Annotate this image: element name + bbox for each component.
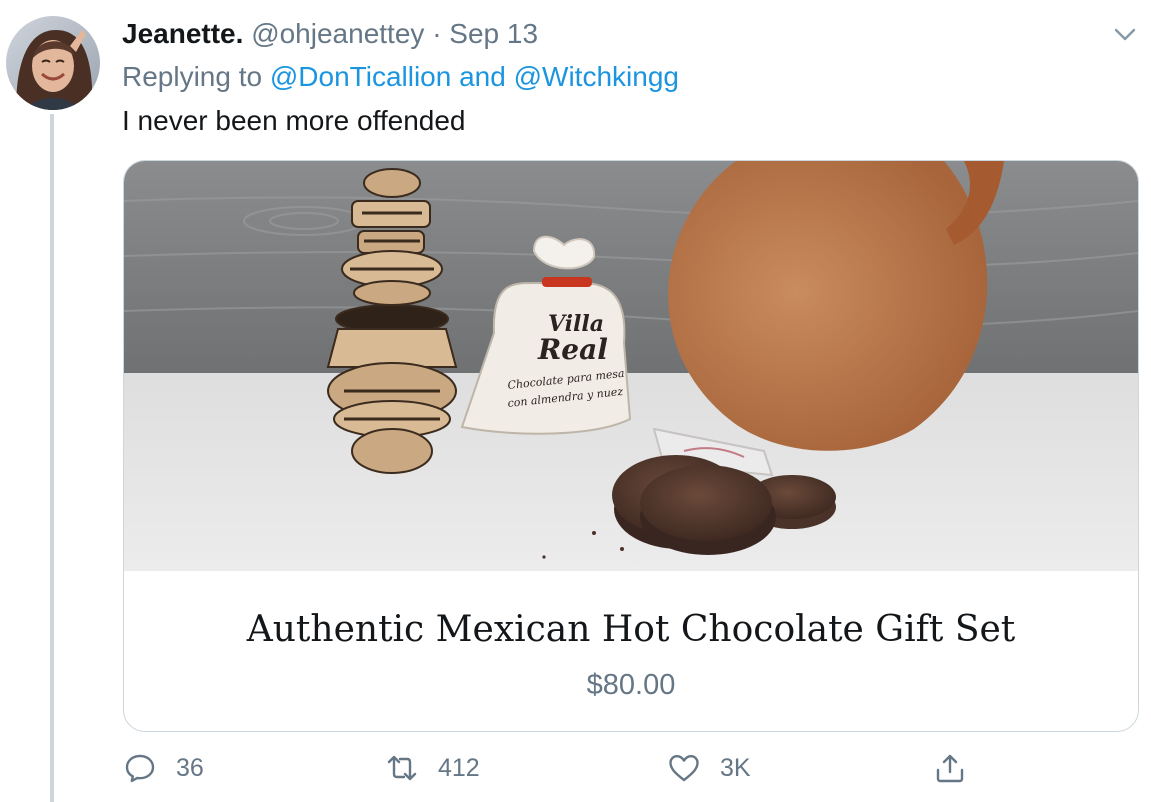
chevron-down-icon[interactable]	[1111, 20, 1139, 48]
thread-line	[50, 114, 54, 802]
product-image[interactable]: Villa Real Chocolate para mesa con almen…	[124, 161, 1138, 571]
tweet-header: Jeanette. @ohjeanettey · Sep 13	[122, 16, 538, 52]
replying-to: Replying to @DonTicallion and @Witchking…	[122, 59, 679, 95]
author-name[interactable]: Jeanette.	[122, 18, 243, 49]
mention-link-2[interactable]: @Witchkingg	[514, 61, 679, 92]
card-price: $80.00	[586, 669, 676, 701]
tweet-text: I never been more offended	[122, 105, 466, 136]
product-card[interactable]: Villa Real Chocolate para mesa con almen…	[123, 160, 1139, 732]
like-count: 3K	[720, 753, 751, 782]
avatar-photo	[6, 16, 100, 110]
tweet-date[interactable]: Sep 13	[449, 18, 538, 49]
share-button[interactable]	[934, 752, 986, 784]
retweet-icon	[387, 755, 417, 781]
reply-icon	[125, 754, 155, 783]
replying-prefix: Replying to	[122, 61, 263, 92]
author-handle[interactable]: @ohjeanettey	[251, 18, 424, 49]
tweet-actions: 36 412 3K	[0, 752, 1151, 792]
share-icon	[936, 754, 964, 783]
retweet-count: 412	[438, 753, 480, 782]
mention-joiner: and	[459, 61, 506, 92]
card-title[interactable]: Authentic Mexican Hot Chocolate Gift Set	[124, 609, 1138, 650]
mention-link-1[interactable]: @DonTicallion	[270, 61, 451, 92]
like-button[interactable]: 3K	[668, 752, 751, 784]
retweet-button[interactable]: 412	[386, 752, 480, 784]
bag-brand-2: Real	[537, 333, 608, 366]
reply-button[interactable]: 36	[124, 752, 204, 784]
reply-count: 36	[176, 753, 204, 782]
avatar[interactable]	[6, 16, 100, 110]
heart-icon	[669, 755, 699, 782]
header-separator: ·	[432, 18, 442, 49]
